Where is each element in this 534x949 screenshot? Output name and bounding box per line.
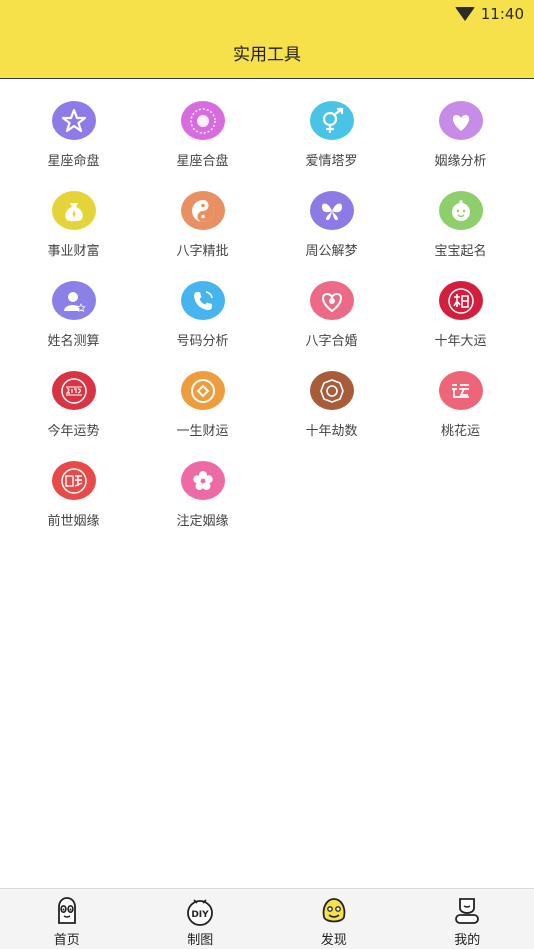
tool-item[interactable]: 一生财运 — [138, 349, 267, 439]
yinyuan-seal-icon — [51, 461, 96, 500]
nav-label: 首页 — [53, 933, 80, 948]
butterfly-icon — [309, 191, 354, 230]
baby-icon — [438, 191, 483, 230]
yin-yang-icon — [180, 191, 225, 230]
bottom-navigation: 首页 DIY 制图 发现 我的 — [0, 888, 534, 949]
tool-item[interactable]: 姓名测算 — [9, 259, 138, 349]
tool-item[interactable]: 注定姻缘 — [138, 439, 267, 529]
tool-label: 姓名测算 — [47, 334, 100, 349]
nav-discover[interactable]: 发现 — [267, 889, 401, 949]
tool-label: 十年劫数 — [305, 424, 358, 439]
tool-item[interactable]: 星座合盘 — [138, 79, 267, 169]
tool-label: 宝宝起名 — [434, 244, 487, 259]
nav-label: 我的 — [454, 933, 481, 948]
tool-label: 八字精批 — [176, 244, 229, 259]
nav-label: 发现 — [320, 933, 347, 948]
phone-icon — [180, 281, 225, 320]
heart-badge-icon — [309, 281, 354, 320]
discover-face-icon — [322, 898, 346, 923]
tool-item[interactable]: 宝宝起名 — [396, 169, 525, 259]
tool-item[interactable]: 周公解梦 — [267, 169, 396, 259]
hearts-icon — [438, 101, 483, 140]
coin-icon — [180, 371, 225, 410]
gender-icon — [309, 101, 354, 140]
tool-item[interactable]: 十年大运 — [396, 259, 525, 349]
tool-label: 事业财富 — [47, 244, 100, 259]
tool-label: 十年大运 — [434, 334, 487, 349]
nav-diy[interactable]: DIY 制图 — [134, 889, 268, 949]
star-icon — [51, 101, 96, 140]
wifi-icon — [454, 7, 475, 21]
year-2019-icon — [51, 371, 96, 410]
tool-label: 星座合盘 — [176, 154, 229, 169]
nav-home[interactable]: 首页 — [0, 889, 134, 949]
tool-label: 号码分析 — [176, 334, 229, 349]
tool-label: 爱情塔罗 — [305, 154, 358, 169]
diy-icon: DIY — [187, 899, 214, 926]
blossom-icon — [180, 461, 225, 500]
header-bar: 11:40 实用工具 — [0, 0, 534, 79]
tool-item[interactable]: 爱情塔罗 — [267, 79, 396, 169]
tool-label: 注定姻缘 — [176, 514, 229, 529]
nav-label: 制图 — [187, 933, 214, 948]
profile-icon — [455, 898, 480, 924]
tool-item[interactable]: 事业财富 — [9, 169, 138, 259]
tool-item[interactable]: 十年劫数 — [267, 349, 396, 439]
bagua-icon — [309, 371, 354, 410]
yun-icon — [438, 371, 483, 410]
person-icon — [51, 281, 96, 320]
money-bag-icon — [51, 191, 96, 230]
tool-label: 星座命盘 — [47, 154, 100, 169]
tools-grid: 星座命盘 星座合盘 爱情塔罗 姻缘分析 事业财富 八字精批 周公解梦 宝宝起名 … — [0, 79, 534, 529]
status-bar: 11:40 — [454, 4, 524, 24]
nav-profile[interactable]: 我的 — [401, 889, 534, 949]
tool-label: 八字合婚 — [305, 334, 358, 349]
tool-item[interactable]: 姻缘分析 — [396, 79, 525, 169]
tool-item[interactable]: 星座命盘 — [9, 79, 138, 169]
status-time: 11:40 — [480, 5, 524, 23]
tool-label: 周公解梦 — [305, 244, 358, 259]
tool-item[interactable]: 八字精批 — [138, 169, 267, 259]
tool-label: 一生财运 — [176, 424, 229, 439]
tool-item[interactable]: 今年运势 — [9, 349, 138, 439]
svg-text:DIY: DIY — [192, 910, 210, 920]
tool-label: 今年运势 — [47, 424, 100, 439]
dayun-seal-icon — [438, 281, 483, 320]
tool-label: 姻缘分析 — [434, 154, 487, 169]
page-title: 实用工具 — [233, 45, 301, 65]
tool-item[interactable]: 八字合婚 — [267, 259, 396, 349]
tool-item[interactable]: 前世姻缘 — [9, 439, 138, 529]
home-face-icon — [57, 897, 76, 924]
zodiac-icon — [180, 101, 225, 140]
tool-label: 桃花运 — [440, 424, 480, 439]
tool-label: 前世姻缘 — [47, 514, 100, 529]
tool-item[interactable]: 桃花运 — [396, 349, 525, 439]
tool-item[interactable]: 号码分析 — [138, 259, 267, 349]
